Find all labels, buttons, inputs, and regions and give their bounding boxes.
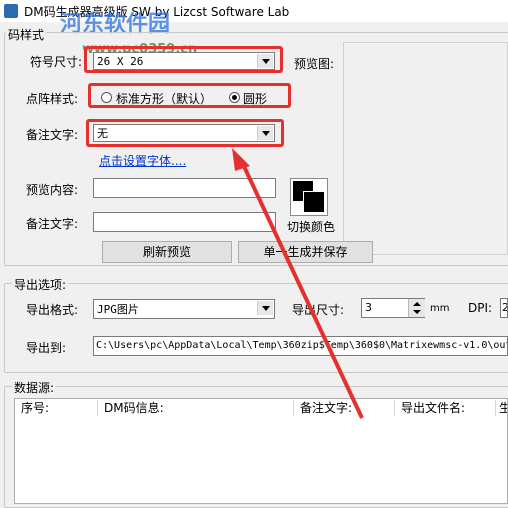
arrow-head [232,148,250,171]
arrow-shaft [239,159,364,419]
annotation-arrow [232,148,364,419]
